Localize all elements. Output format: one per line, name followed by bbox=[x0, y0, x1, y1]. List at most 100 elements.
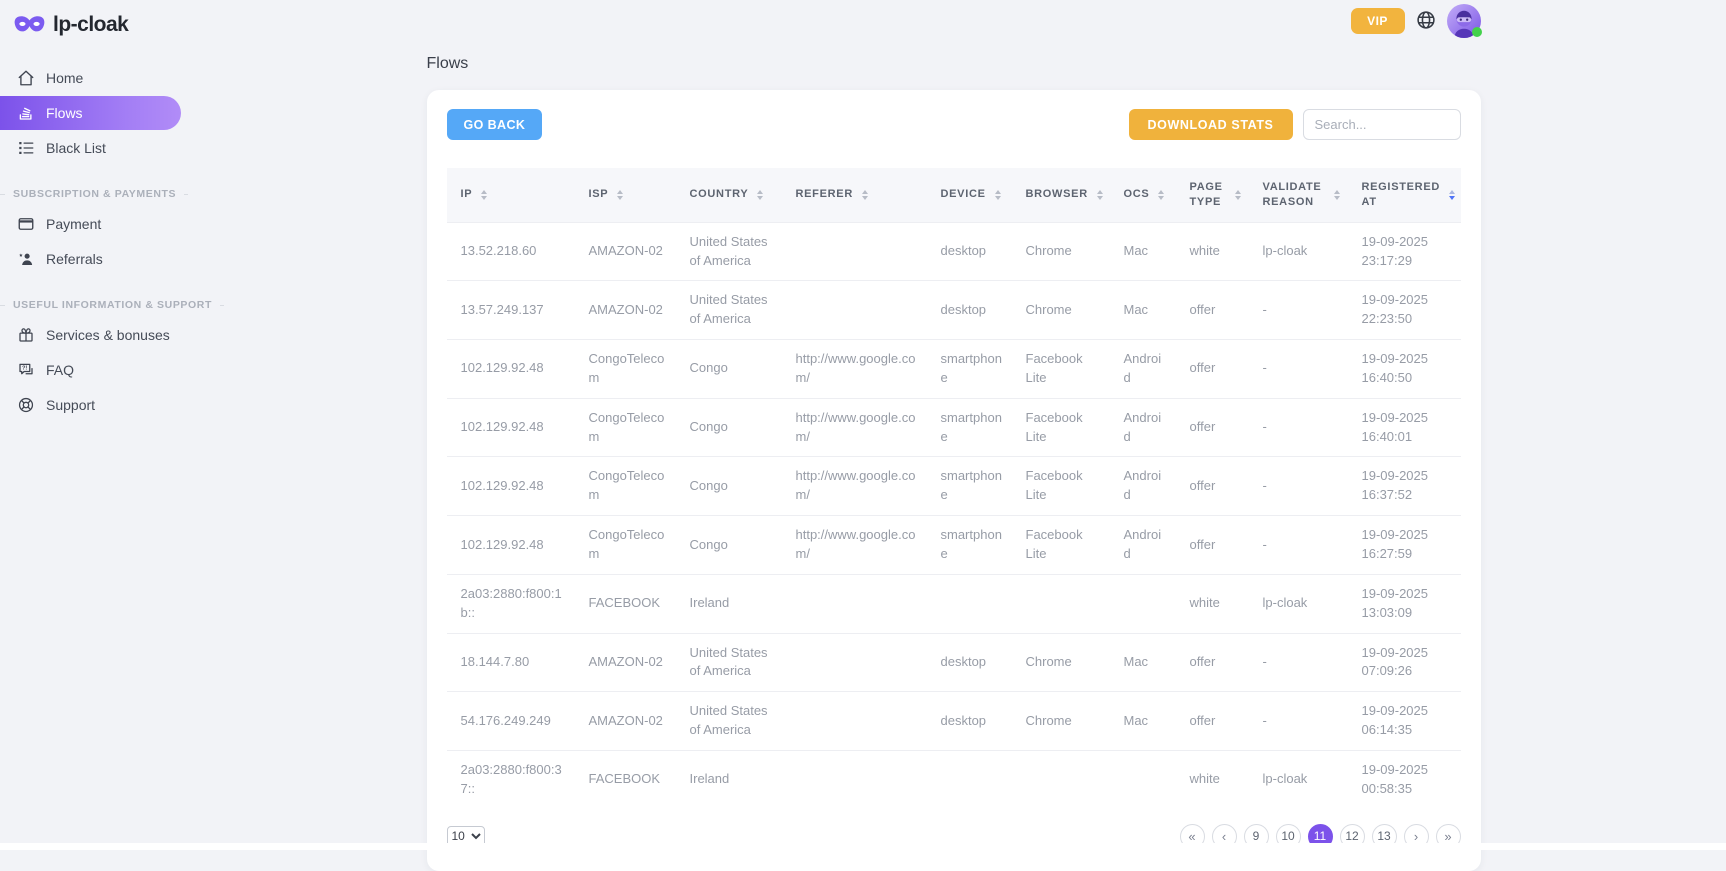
table-cell: Chrome bbox=[1012, 633, 1110, 692]
sidebar-item-flows[interactable]: Flows bbox=[0, 96, 181, 130]
table-cell: desktop bbox=[927, 692, 1012, 751]
sort-arrows-icon bbox=[995, 190, 1001, 200]
table-cell: United States of America bbox=[676, 281, 782, 340]
sort-arrows-icon bbox=[1158, 190, 1164, 200]
table-cell: Chrome bbox=[1012, 692, 1110, 751]
table-cell: - bbox=[1249, 516, 1348, 575]
table-cell: 19-09-2025 00:58:35 bbox=[1348, 750, 1461, 808]
table-cell bbox=[1012, 574, 1110, 633]
table-cell: 102.129.92.48 bbox=[447, 398, 575, 457]
table-cell bbox=[1110, 574, 1176, 633]
sidebar-item-referrals[interactable]: Referrals bbox=[0, 242, 181, 276]
table-cell: 19-09-2025 23:17:29 bbox=[1348, 222, 1461, 281]
table-cell bbox=[927, 750, 1012, 808]
table-cell: offer bbox=[1176, 340, 1249, 399]
sidebar-item-black-list[interactable]: Black List bbox=[0, 131, 181, 165]
section-label-useful-information-support: USEFUL INFORMATION & SUPPORT bbox=[0, 299, 181, 311]
flows-icon bbox=[17, 104, 35, 122]
table-cell: Facebook Lite bbox=[1012, 340, 1110, 399]
column-label: ISP bbox=[589, 187, 609, 202]
sidebar-item-services-bonuses[interactable]: Services & bonuses bbox=[0, 318, 181, 352]
table-cell: Ireland bbox=[676, 574, 782, 633]
column-label: COUNTRY bbox=[690, 187, 749, 202]
table-cell: smartphone bbox=[927, 457, 1012, 516]
avatar[interactable] bbox=[1447, 4, 1481, 38]
sidebar: lp-cloak Home FlowsBlack List SUBSCRIPTION… bbox=[0, 0, 181, 850]
section-label-subscription-payments: SUBSCRIPTION & PAYMENTS bbox=[0, 188, 181, 200]
table-cell: 102.129.92.48 bbox=[447, 457, 575, 516]
column-header-ocs[interactable]: OCS bbox=[1110, 168, 1176, 222]
flows-card: GO BACK DOWNLOAD STATS IP ISP COUNTRY REFER… bbox=[427, 90, 1481, 871]
bottom-strip bbox=[0, 843, 1726, 850]
table-cell: white bbox=[1176, 574, 1249, 633]
table-cell: AMAZON-02 bbox=[575, 633, 676, 692]
table-cell: 19-09-2025 22:23:50 bbox=[1348, 281, 1461, 340]
column-header-browser[interactable]: BROWSER bbox=[1012, 168, 1110, 222]
table-cell: CongoTelecom bbox=[575, 516, 676, 575]
sidebar-item-payment[interactable]: Payment bbox=[0, 207, 181, 241]
table-cell: http://www.google.com/ bbox=[782, 340, 927, 399]
faq-icon: ?! bbox=[17, 361, 35, 379]
column-header-device[interactable]: DEVICE bbox=[927, 168, 1012, 222]
column-header-isp[interactable]: ISP bbox=[575, 168, 676, 222]
search-input[interactable] bbox=[1303, 109, 1461, 140]
table-cell: offer bbox=[1176, 281, 1249, 340]
sort-arrows-icon bbox=[1334, 190, 1340, 200]
table-cell: 19-09-2025 07:09:26 bbox=[1348, 633, 1461, 692]
topbar: VIP bbox=[1351, 4, 1481, 38]
table-cell bbox=[782, 692, 927, 751]
table-header-row: IP ISP COUNTRY REFERERDEVICEBROWSER OCS PAGE … bbox=[447, 168, 1461, 222]
go-back-button[interactable]: GO BACK bbox=[447, 109, 543, 140]
table-cell: lp-cloak bbox=[1249, 574, 1348, 633]
column-header-referer[interactable]: REFERER bbox=[782, 168, 927, 222]
table-cell: United States of America bbox=[676, 222, 782, 281]
vip-button[interactable]: VIP bbox=[1351, 8, 1405, 34]
table-row: 102.129.92.48CongoTelecomCongohttp://www… bbox=[447, 516, 1461, 575]
table-body: 13.52.218.60AMAZON-02United States of Am… bbox=[447, 222, 1461, 808]
table-cell: offer bbox=[1176, 457, 1249, 516]
table-row: 102.129.92.48CongoTelecomCongohttp://www… bbox=[447, 457, 1461, 516]
table-cell: - bbox=[1249, 633, 1348, 692]
table-row: 2a03:2880:f800:37::FACEBOOKIrelandwhitel… bbox=[447, 750, 1461, 808]
table-cell: Congo bbox=[676, 398, 782, 457]
table-cell: Mac bbox=[1110, 633, 1176, 692]
sort-arrows-icon bbox=[1449, 190, 1455, 200]
column-label: OCS bbox=[1124, 187, 1150, 202]
sidebar-item-label: Home bbox=[46, 70, 83, 86]
sidebar-item-faq[interactable]: ?!FAQ bbox=[0, 353, 181, 387]
column-header-ip[interactable]: IP bbox=[447, 168, 575, 222]
blacklist-icon bbox=[17, 139, 35, 157]
referrals-icon bbox=[17, 250, 35, 268]
table-cell: Facebook Lite bbox=[1012, 398, 1110, 457]
column-header-page-type[interactable]: PAGE TYPE bbox=[1176, 168, 1249, 222]
table-cell: 19-09-2025 16:37:52 bbox=[1348, 457, 1461, 516]
table-cell: 2a03:2880:f800:37:: bbox=[447, 750, 575, 808]
download-stats-button[interactable]: DOWNLOAD STATS bbox=[1129, 109, 1293, 140]
table-cell: Chrome bbox=[1012, 222, 1110, 281]
column-header-registered-at[interactable]: REGISTERED AT bbox=[1348, 168, 1461, 222]
table-cell: United States of America bbox=[676, 692, 782, 751]
sidebar-item-support[interactable]: Support bbox=[0, 388, 181, 422]
table-cell: smartphone bbox=[927, 516, 1012, 575]
table-cell: Chrome bbox=[1012, 281, 1110, 340]
sort-arrows-icon bbox=[1235, 190, 1241, 200]
table-cell: Congo bbox=[676, 516, 782, 575]
table-row: 102.129.92.48CongoTelecomCongohttp://www… bbox=[447, 398, 1461, 457]
column-header-country[interactable]: COUNTRY bbox=[676, 168, 782, 222]
table-row: 18.144.7.80AMAZON-02United States of Ame… bbox=[447, 633, 1461, 692]
sort-arrows-icon bbox=[862, 190, 868, 200]
table-cell: CongoTelecom bbox=[575, 398, 676, 457]
table-cell bbox=[1012, 750, 1110, 808]
language-globe-icon[interactable] bbox=[1414, 9, 1438, 33]
table-cell: FACEBOOK bbox=[575, 750, 676, 808]
table-cell: Congo bbox=[676, 457, 782, 516]
table-cell: Mac bbox=[1110, 692, 1176, 751]
column-header-validate-reason[interactable]: VALIDATE REASON bbox=[1249, 168, 1348, 222]
table-cell: Android bbox=[1110, 340, 1176, 399]
page-title: Flows bbox=[427, 0, 1481, 73]
sidebar-item-home[interactable]: Home bbox=[0, 61, 181, 95]
brand-logo[interactable]: lp-cloak bbox=[0, 0, 181, 37]
table-row: 2a03:2880:f800:1b::FACEBOOKIrelandwhitel… bbox=[447, 574, 1461, 633]
table-row: 13.52.218.60AMAZON-02United States of Am… bbox=[447, 222, 1461, 281]
table-cell bbox=[782, 633, 927, 692]
